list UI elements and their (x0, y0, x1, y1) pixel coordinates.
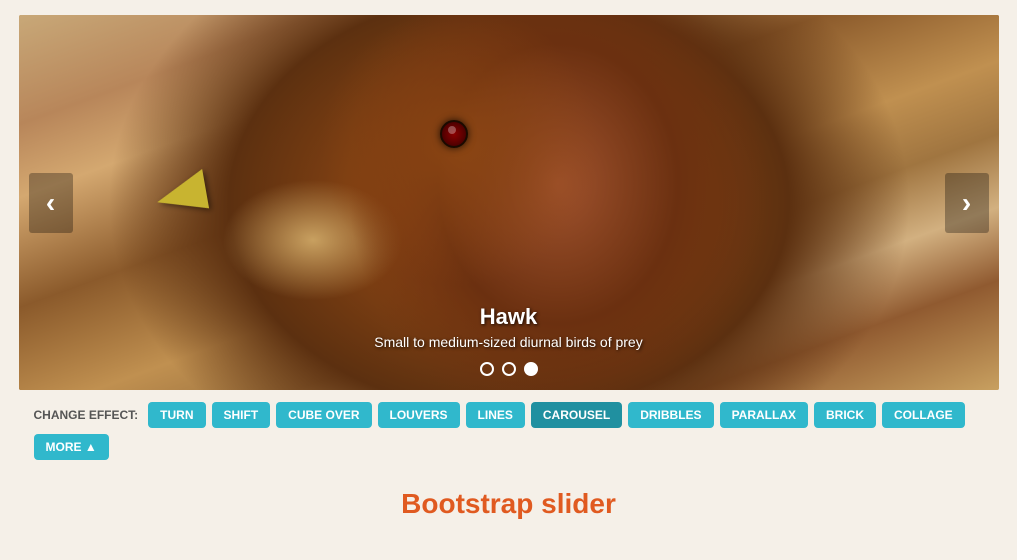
effect-louvers-button[interactable]: LOUVERS (378, 402, 460, 428)
carousel-indicator-2[interactable] (524, 362, 538, 376)
effects-bar: CHANGE EFFECT: TURN SHIFT CUBE OVER LOUV… (19, 390, 999, 472)
carousel-indicators (19, 362, 999, 376)
carousel-title: Hawk (19, 304, 999, 330)
prev-icon: ‹ (46, 187, 55, 219)
effects-label: CHANGE EFFECT: (34, 408, 139, 422)
effect-parallax-button[interactable]: PARALLAX (720, 402, 808, 428)
page-title: Bootstrap slider (0, 488, 1017, 520)
effect-collage-button[interactable]: COLLAGE (882, 402, 965, 428)
carousel: ‹ › Hawk Small to medium-sized diurnal b… (19, 15, 999, 390)
carousel-indicator-0[interactable] (480, 362, 494, 376)
effect-shift-button[interactable]: SHIFT (212, 402, 271, 428)
effect-lines-button[interactable]: LINES (466, 402, 525, 428)
carousel-caption: Hawk Small to medium-sized diurnal birds… (19, 304, 999, 350)
hawk-beak-detail (153, 168, 209, 216)
page-title-section: Bootstrap slider (0, 472, 1017, 528)
effect-dribbles-button[interactable]: DRIBBLES (628, 402, 713, 428)
next-icon: › (962, 187, 971, 219)
carousel-subtitle: Small to medium-sized diurnal birds of p… (19, 334, 999, 350)
effect-cubeover-button[interactable]: CUBE OVER (276, 402, 371, 428)
effect-turn-button[interactable]: TURN (148, 402, 205, 428)
effect-carousel-button[interactable]: CAROUSEL (531, 402, 622, 428)
carousel-prev-button[interactable]: ‹ (29, 173, 73, 233)
carousel-next-button[interactable]: › (945, 173, 989, 233)
effect-more-button[interactable]: MORE ▲ (34, 434, 109, 460)
effect-brick-button[interactable]: BRICK (814, 402, 876, 428)
hawk-eye-detail (440, 120, 468, 148)
carousel-indicator-1[interactable] (502, 362, 516, 376)
